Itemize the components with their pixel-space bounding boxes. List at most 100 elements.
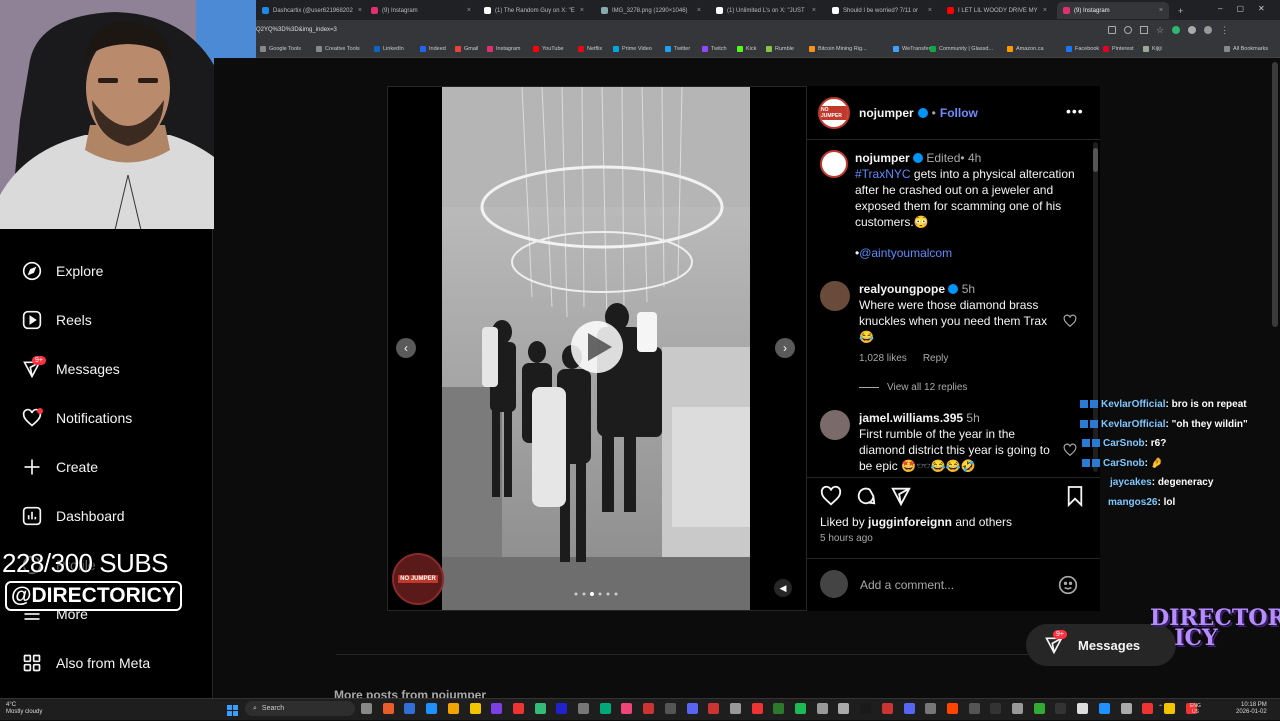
bookmark-item[interactable]: Kijiji bbox=[1143, 46, 1162, 52]
taskbar-app-icon[interactable] bbox=[860, 703, 871, 714]
close-window-icon[interactable]: ✕ bbox=[1258, 4, 1265, 13]
bookmark-item[interactable]: Pinterest bbox=[1103, 46, 1134, 52]
taskbar-app-icon[interactable] bbox=[621, 703, 632, 714]
follow-button[interactable]: Follow bbox=[940, 106, 978, 120]
taskbar-app-icon[interactable] bbox=[448, 703, 459, 714]
taskbar-app-icon[interactable] bbox=[470, 703, 481, 714]
taskbar-app-icon[interactable] bbox=[817, 703, 828, 714]
taskbar-app-icon[interactable] bbox=[383, 703, 394, 714]
browser-tab[interactable]: Dashcartix (@user621968202 × bbox=[256, 2, 368, 19]
close-tab-icon[interactable]: × bbox=[812, 7, 816, 14]
taskbar-app-icon[interactable] bbox=[1055, 703, 1066, 714]
comment-like-button[interactable] bbox=[1063, 314, 1077, 333]
sidebar-item-reels[interactable]: Reels bbox=[22, 310, 92, 330]
taskbar-app-icon[interactable] bbox=[882, 703, 893, 714]
bookmark-item[interactable]: Indeed bbox=[420, 46, 446, 52]
bookmark-item[interactable]: Kick bbox=[737, 46, 756, 52]
taskbar-app-icon[interactable] bbox=[1012, 703, 1023, 714]
commenter-avatar[interactable] bbox=[820, 410, 850, 440]
bookmark-item[interactable]: Community | Glassd... bbox=[930, 46, 993, 52]
taskbar-app-icon[interactable] bbox=[904, 703, 915, 714]
mention-link[interactable]: @aintyoumalcom bbox=[859, 246, 952, 260]
taskbar-app-icon[interactable] bbox=[752, 703, 763, 714]
minimize-icon[interactable]: – bbox=[1218, 4, 1222, 13]
browser-tab[interactable]: (1) The Random Guy on X: "E × bbox=[478, 2, 590, 19]
liked-by-user[interactable]: jugginforeignn bbox=[868, 515, 952, 529]
close-tab-icon[interactable]: × bbox=[697, 7, 701, 14]
maximize-icon[interactable]: ▢ bbox=[1236, 4, 1244, 13]
taskbar-app-icon[interactable] bbox=[1142, 703, 1153, 714]
all-bookmarks[interactable]: All Bookmarks bbox=[1224, 46, 1268, 52]
url-text[interactable]: Q2YQ%3D%3D&img_index=3 bbox=[256, 27, 337, 33]
weather-widget[interactable]: 4°C Mostly cloudy bbox=[6, 702, 42, 716]
bookmark-item[interactable]: Google Tools bbox=[260, 46, 301, 52]
extension-icon[interactable] bbox=[1172, 26, 1181, 34]
share-icon[interactable] bbox=[1140, 26, 1148, 34]
close-tab-icon[interactable]: × bbox=[1159, 7, 1163, 14]
taskbar-app-icon[interactable] bbox=[665, 703, 676, 714]
taskbar-app-icon[interactable] bbox=[1099, 703, 1110, 714]
browser-tab[interactable]: (1) Unlimited L's on X: "JUST × bbox=[710, 2, 822, 19]
author-avatar[interactable]: NO JUMPER bbox=[818, 97, 850, 129]
kebab-menu-icon[interactable]: ⋮ bbox=[1220, 26, 1229, 35]
sidebar-item-create[interactable]: Create bbox=[22, 457, 98, 477]
bookmark-item[interactable]: Rumble bbox=[766, 46, 794, 52]
hashtag-link[interactable]: #TraxNYC bbox=[855, 167, 911, 181]
taskbar-app-icon[interactable] bbox=[1034, 703, 1045, 714]
zoom-icon[interactable] bbox=[1124, 26, 1132, 34]
comment-likes[interactable]: 1,028 likes bbox=[859, 353, 907, 364]
taskbar-app-icon[interactable] bbox=[578, 703, 589, 714]
bookmark-item[interactable]: YouTube bbox=[533, 46, 564, 52]
taskbar-app-icon[interactable] bbox=[1077, 703, 1088, 714]
taskbar-app-icon[interactable] bbox=[730, 703, 741, 714]
close-tab-icon[interactable]: × bbox=[580, 7, 584, 14]
bookmark-item[interactable]: Creative Tools bbox=[316, 46, 360, 52]
bookmark-item[interactable]: Prime Video bbox=[613, 46, 652, 52]
caption-author-avatar[interactable] bbox=[820, 150, 848, 178]
taskbar-app-icon[interactable] bbox=[361, 703, 372, 714]
install-icon[interactable] bbox=[1108, 26, 1116, 34]
sidebar-item-dashboard[interactable]: Dashboard bbox=[22, 506, 125, 526]
bookmark-item[interactable]: Gmail bbox=[455, 46, 478, 52]
taskbar-app-icon[interactable] bbox=[708, 703, 719, 714]
bookmark-item[interactable]: WeTransfer bbox=[893, 46, 930, 52]
carousel-next-button[interactable]: › bbox=[775, 338, 795, 358]
page-scrollbar-thumb[interactable] bbox=[1272, 62, 1278, 327]
reply-button[interactable]: Reply bbox=[923, 353, 949, 364]
bookmark-item[interactable]: Netflix bbox=[578, 46, 602, 52]
liked-by-suffix[interactable]: and others bbox=[952, 515, 1012, 529]
bookmark-item[interactable]: Facebook bbox=[1066, 46, 1099, 52]
comment-author[interactable]: realyoungpope bbox=[859, 282, 945, 296]
add-comment-input[interactable]: Add a comment... bbox=[860, 578, 1050, 592]
taskbar-app-icon[interactable] bbox=[513, 703, 524, 714]
bookmark-item[interactable]: Bitcoin Mining Rig... bbox=[809, 46, 867, 52]
taskbar-app-icon[interactable] bbox=[773, 703, 784, 714]
taskbar-app-icon[interactable] bbox=[426, 703, 437, 714]
comment-author[interactable]: jamel.williams.395 bbox=[859, 411, 963, 425]
profile-icon[interactable] bbox=[1204, 26, 1213, 34]
comment-like-button[interactable] bbox=[1063, 443, 1077, 462]
close-tab-icon[interactable]: × bbox=[1043, 7, 1047, 14]
taskbar-app-icon[interactable] bbox=[556, 703, 567, 714]
star-icon[interactable]: ☆ bbox=[1156, 26, 1164, 35]
browser-tab[interactable]: I LET LIL WOODY DRIVE MY × bbox=[941, 2, 1053, 19]
language-indicator[interactable]: ENG US bbox=[1190, 703, 1201, 715]
bookmark-item[interactable]: Twitter bbox=[665, 46, 690, 52]
taskbar-app-icon[interactable] bbox=[1164, 703, 1175, 714]
taskbar-app-icon[interactable] bbox=[795, 703, 806, 714]
taskbar-app-icon[interactable] bbox=[947, 703, 958, 714]
taskbar-app-icon[interactable] bbox=[838, 703, 849, 714]
browser-tab[interactable]: Should I be worried? 7/11 or × bbox=[826, 2, 938, 19]
carousel-prev-button[interactable]: ‹ bbox=[396, 338, 416, 358]
taskbar-app-icon[interactable] bbox=[404, 703, 415, 714]
tray-chevron-icon[interactable]: ⌃ bbox=[1158, 704, 1163, 711]
taskbar-app-icon[interactable] bbox=[925, 703, 936, 714]
save-button[interactable] bbox=[1066, 485, 1084, 512]
browser-tab[interactable]: (9) Instagram × bbox=[1057, 2, 1169, 19]
bookmark-item[interactable]: Amazon.ca bbox=[1007, 46, 1044, 52]
system-clock[interactable]: 10:18 PM 2026-01-02 bbox=[1236, 702, 1267, 716]
share-button[interactable] bbox=[890, 485, 912, 512]
browser-tab[interactable]: (9) Instagram × bbox=[365, 2, 477, 19]
mute-button[interactable]: ◀ bbox=[774, 579, 792, 597]
close-tab-icon[interactable]: × bbox=[358, 7, 362, 14]
